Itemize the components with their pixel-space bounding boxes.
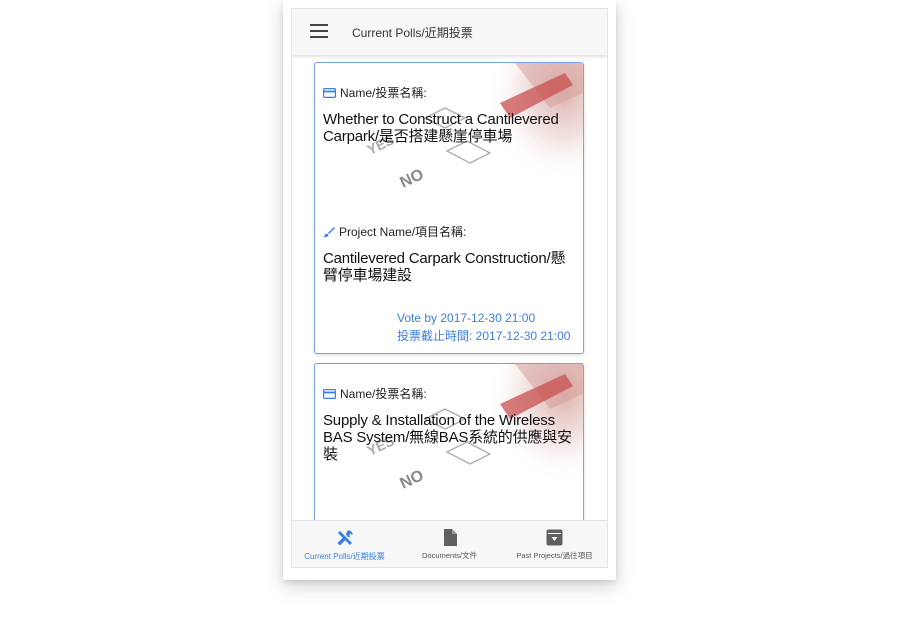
brush-icon [323,226,335,237]
project-name: Cantilevered Carpark Construction/懸臂停車場建… [323,250,566,284]
page-title: Current Polls/近期投票 [352,26,473,40]
nav-past-projects-label: Past Projects/過往項目 [516,551,593,560]
phone-frame: Current Polls/近期投票 YES NO Name/投票名稱: Whe… [283,0,616,580]
poll-name-label: Name/投票名稱: [323,84,575,101]
credit-card-icon [323,388,336,399]
hamburger-menu-icon[interactable] [310,24,328,40]
poll-title: Supply & Installation of the Wireless BA… [323,412,572,463]
poll-title: Whether to Construct a Cantilevered Carp… [323,111,559,145]
credit-card-icon [323,87,336,98]
poll-name-label: Name/投票名稱: [323,385,575,402]
nav-documents[interactable]: Documents/文件 [397,521,502,567]
archive-icon [546,529,563,546]
tools-icon [337,530,353,546]
app-screen: Current Polls/近期投票 YES NO Name/投票名稱: Whe… [291,8,608,568]
project-name-label: Project Name/項目名稱: [323,223,575,240]
document-icon [443,529,457,546]
deadline-english: Vote by 2017-12-30 21:00 [397,311,536,325]
polls-list[interactable]: YES NO Name/投票名稱: Whether to Construct a… [292,55,607,520]
deadline-block: Vote by 2017-12-30 21:00 投票截止時間: 2017-12… [397,309,570,345]
deadline-chinese: 投票截止時間: 2017-12-30 21:00 [397,329,571,343]
poll-card[interactable]: YES NO Name/投票名稱: Supply & Installation … [314,363,584,520]
poll-card[interactable]: YES NO Name/投票名稱: Whether to Construct a… [314,62,584,354]
nav-current-polls[interactable]: Current Polls/近期投票 [292,521,397,567]
nav-documents-label: Documents/文件 [421,551,478,560]
app-bar: Current Polls/近期投票 [292,9,607,55]
bottom-navigation: Current Polls/近期投票 Documents/文件 Past Pro… [292,520,607,567]
ballot-no-text: NO [398,467,427,493]
nav-current-polls-label: Current Polls/近期投票 [304,552,385,561]
nav-past-projects[interactable]: Past Projects/過往項目 [502,521,607,567]
